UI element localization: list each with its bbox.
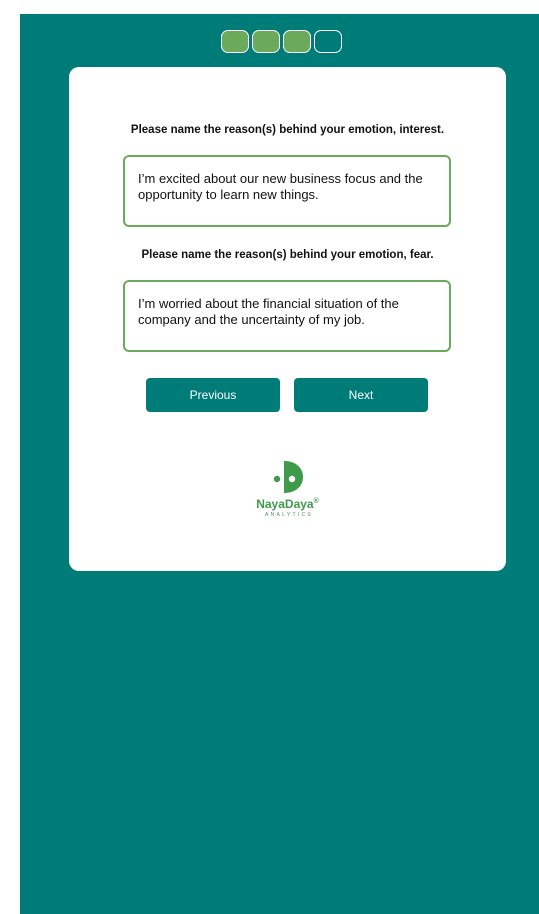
registered-mark: ® xyxy=(313,498,319,505)
progress-step-3 xyxy=(283,30,311,53)
nayadaya-logo-icon xyxy=(273,461,303,493)
logo-tagline: ANALYTICS xyxy=(264,512,314,518)
progress-step-4 xyxy=(314,30,342,53)
next-button[interactable]: Next xyxy=(294,378,428,412)
previous-button[interactable]: Previous xyxy=(146,378,280,412)
survey-card: Please name the reason(s) behind your em… xyxy=(69,67,506,571)
question-prompt-interest: Please name the reason(s) behind your em… xyxy=(130,124,445,136)
app-background: Please name the reason(s) behind your em… xyxy=(20,14,539,914)
answer-field-fear[interactable]: I’m worried about the financial situatio… xyxy=(123,280,451,352)
progress-step-1 xyxy=(221,30,249,53)
progress-indicator xyxy=(221,30,342,53)
logo-name-text: NayaDaya xyxy=(256,497,314,511)
progress-step-2 xyxy=(252,30,280,53)
logo-wordmark: NayaDaya® xyxy=(69,495,506,511)
answer-field-interest[interactable]: I’m excited about our new business focus… xyxy=(123,155,451,227)
question-prompt-fear: Please name the reason(s) behind your em… xyxy=(141,249,434,261)
nayadaya-logo: NayaDaya® ANALYTICS xyxy=(69,457,506,518)
